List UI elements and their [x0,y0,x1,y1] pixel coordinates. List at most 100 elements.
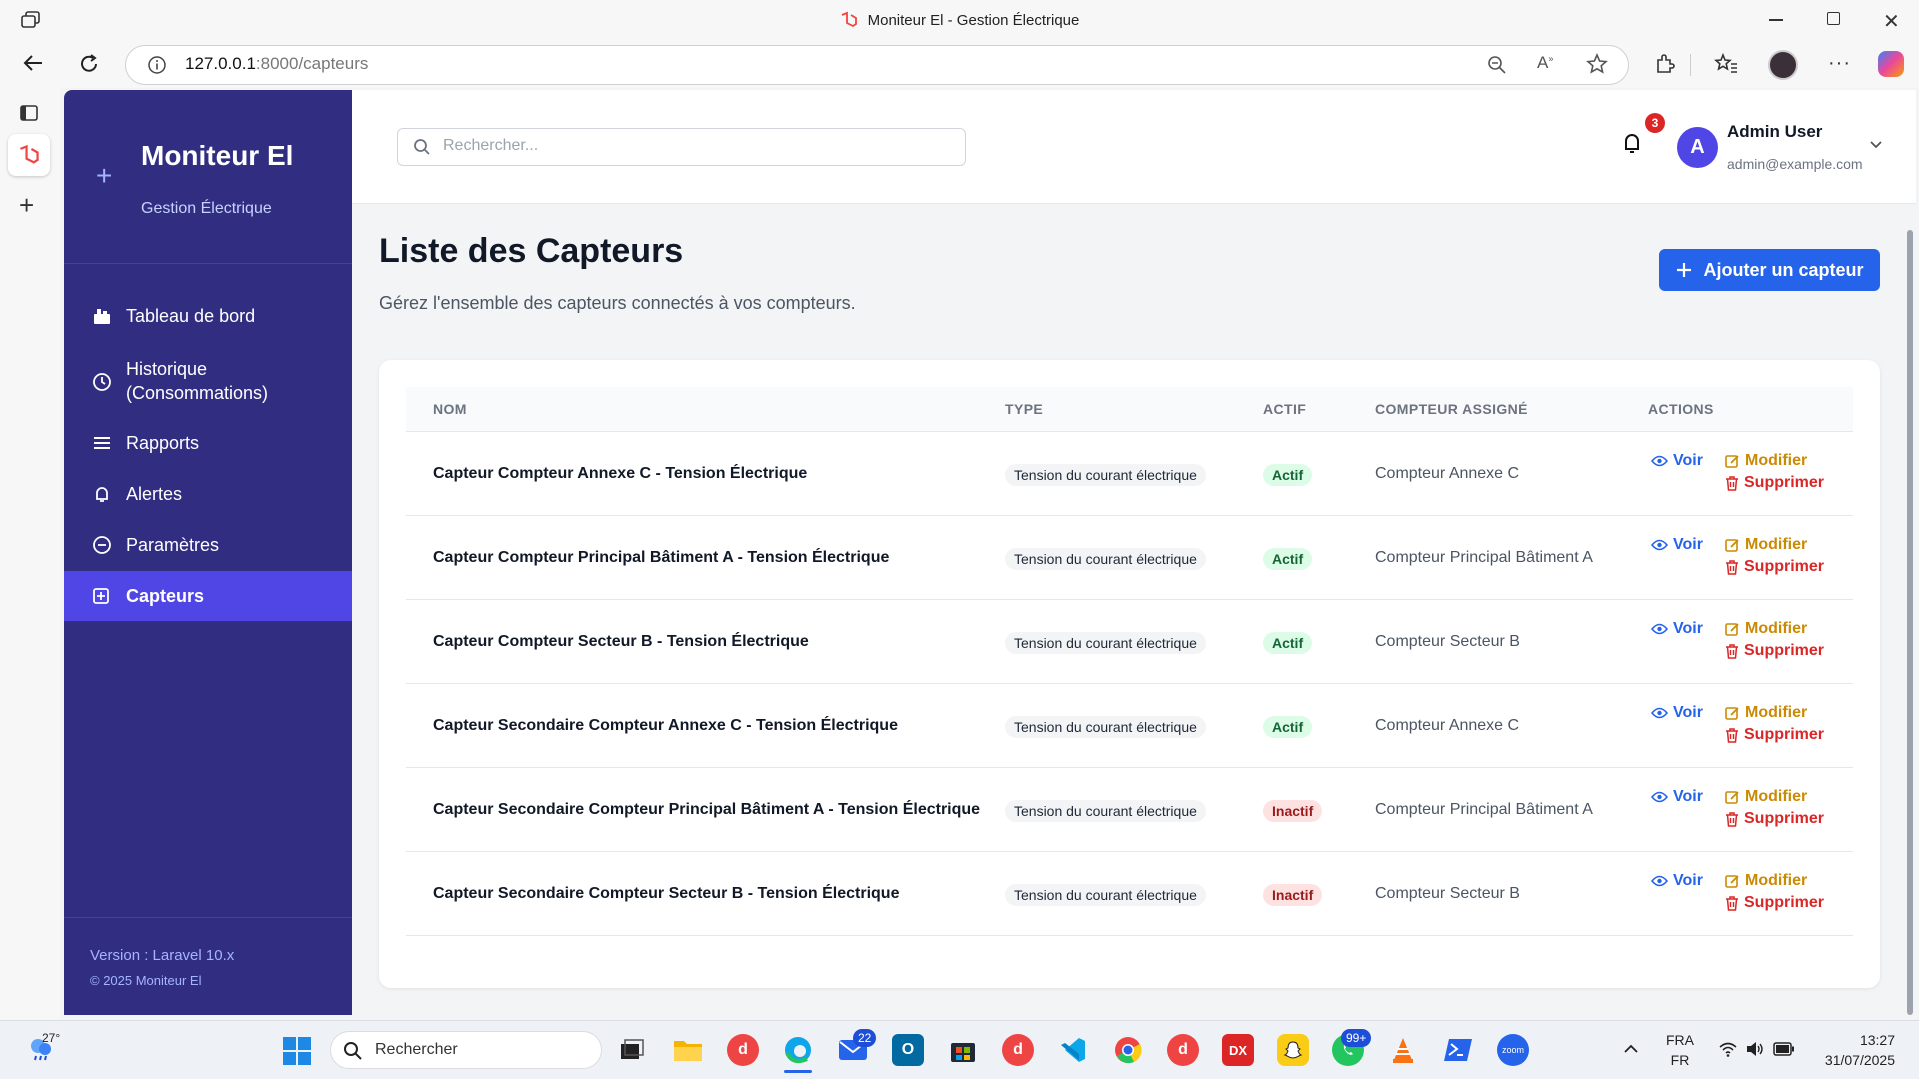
site-info-icon[interactable] [147,55,167,75]
trash-icon [1725,559,1739,575]
view-button[interactable]: Voir [1651,536,1703,554]
view-button[interactable]: Voir [1651,872,1703,890]
back-icon[interactable] [22,53,44,73]
sidebar-item-history[interactable]: Historique (Consommations) [64,354,352,410]
status-badge: Actif [1263,632,1313,654]
restore-button[interactable] [1827,12,1840,25]
favorites-icon[interactable] [1714,53,1738,75]
view-button[interactable]: Voir [1651,452,1703,470]
windows-start-icon[interactable] [282,1036,312,1066]
sidebar-footer-divider [64,917,352,918]
outlook-icon[interactable]: O [892,1034,924,1066]
user-name[interactable]: Admin User [1727,122,1822,142]
page-scrollbar[interactable] [1907,230,1913,1015]
vlc-icon[interactable] [1387,1034,1419,1066]
clock-date[interactable]: 31/07/2025 [1815,1052,1895,1068]
delete-button[interactable]: Supprimer [1725,726,1824,744]
active-tab-favicon[interactable] [8,134,50,176]
vscode-icon[interactable] [1057,1034,1089,1066]
edit-label: Modifier [1745,452,1808,469]
delete-label: Supprimer [1744,894,1825,911]
store-icon[interactable] [947,1034,979,1066]
profile-avatar[interactable] [1768,50,1798,80]
delete-button[interactable]: Supprimer [1725,474,1824,492]
app-d-icon-3[interactable]: d [1167,1034,1199,1066]
edit-button[interactable]: Modifier [1725,872,1807,890]
app-d-icon-2[interactable]: d [1002,1034,1034,1066]
edit-icon [1725,790,1740,805]
favorite-star-icon[interactable] [1586,53,1608,75]
battery-icon[interactable] [1773,1042,1795,1056]
eye-icon [1651,539,1668,551]
delete-button[interactable]: Supprimer [1725,810,1824,828]
copilot-icon[interactable] [1878,51,1904,77]
history-label-line2: (Consommations) [126,383,269,403]
chevron-down-icon[interactable] [1869,140,1883,150]
search-icon [413,138,431,156]
view-button[interactable]: Voir [1651,620,1703,638]
delete-button[interactable]: Supprimer [1725,642,1824,660]
language-indicator-top[interactable]: FRA [1666,1032,1694,1048]
refresh-icon[interactable] [78,53,100,75]
view-label: Voir [1673,452,1703,469]
file-explorer-icon[interactable] [672,1034,704,1066]
view-button[interactable]: Voir [1651,704,1703,722]
edit-label: Modifier [1745,704,1808,721]
tray-chevron-up-icon[interactable] [1623,1044,1639,1054]
sidebar-item-alerts[interactable]: Alertes [64,474,352,514]
delete-button[interactable]: Supprimer [1725,558,1824,576]
wifi-icon[interactable] [1718,1041,1738,1057]
column-header-type: TYPE [1005,401,1044,417]
new-tab-icon[interactable]: + [19,192,34,218]
add-sensor-button[interactable]: Ajouter un capteur [1659,249,1880,291]
more-menu-icon[interactable]: ··· [1828,52,1851,75]
sidebar-item-dashboard[interactable]: Tableau de bord [64,296,352,336]
close-window-button[interactable]: ✕ [1883,9,1900,34]
powershell-icon[interactable] [1442,1034,1474,1066]
status-badge: Actif [1263,464,1313,486]
eye-icon [1651,707,1668,719]
delete-button[interactable]: Supprimer [1725,894,1824,912]
extensions-icon[interactable] [1654,53,1676,75]
task-view-icon[interactable] [616,1034,648,1066]
trash-icon [1725,895,1739,911]
version-text: Version : Laravel 10.x [90,947,235,964]
user-avatar[interactable]: A [1677,127,1718,168]
app-d-icon[interactable]: d [727,1034,759,1066]
edit-button[interactable]: Modifier [1725,452,1807,470]
edit-label: Modifier [1745,536,1808,553]
dx-app-icon[interactable]: DX [1222,1034,1254,1066]
chrome-icon[interactable] [1112,1034,1144,1066]
sidebar-item-reports[interactable]: Rapports [64,423,352,463]
edit-button[interactable]: Modifier [1725,704,1807,722]
sidebar-item-settings[interactable]: Paramètres [64,525,352,565]
sidebar-divider [64,263,352,264]
edit-button[interactable]: Modifier [1725,620,1807,638]
assigned-meter: Compteur Annexe C [1375,717,1520,734]
read-aloud-icon[interactable]: A» [1537,53,1553,73]
table-header [406,387,1853,432]
sidebar-item-sensors[interactable]: Capteurs [64,571,352,621]
edit-button[interactable]: Modifier [1725,536,1807,554]
clock-time[interactable]: 13:27 [1815,1032,1895,1048]
delete-label: Supprimer [1744,726,1825,743]
language-indicator-bottom[interactable]: FR [1666,1052,1694,1068]
tab-actions-icon[interactable] [19,103,39,123]
settings-icon [92,535,112,555]
url-text[interactable]: 127.0.0.1:8000/capteurs [185,54,368,74]
view-label: Voir [1673,704,1703,721]
dashboard-icon [92,307,112,325]
add-sensor-label: Ajouter un capteur [1703,259,1864,280]
zoom-app-icon[interactable]: zoom [1497,1034,1529,1066]
minimize-button[interactable] [1769,19,1783,21]
volume-icon[interactable] [1745,1041,1765,1057]
browser-side-rail [0,88,60,1020]
edge-browser-icon[interactable] [782,1034,814,1066]
notification-bell-icon[interactable] [1623,132,1641,154]
bell-icon [92,484,112,504]
edit-button[interactable]: Modifier [1725,788,1807,806]
view-button[interactable]: Voir [1651,788,1703,806]
snapchat-icon[interactable] [1277,1034,1309,1066]
zoom-icon[interactable] [1487,55,1507,75]
taskbar-search[interactable] [330,1031,602,1069]
